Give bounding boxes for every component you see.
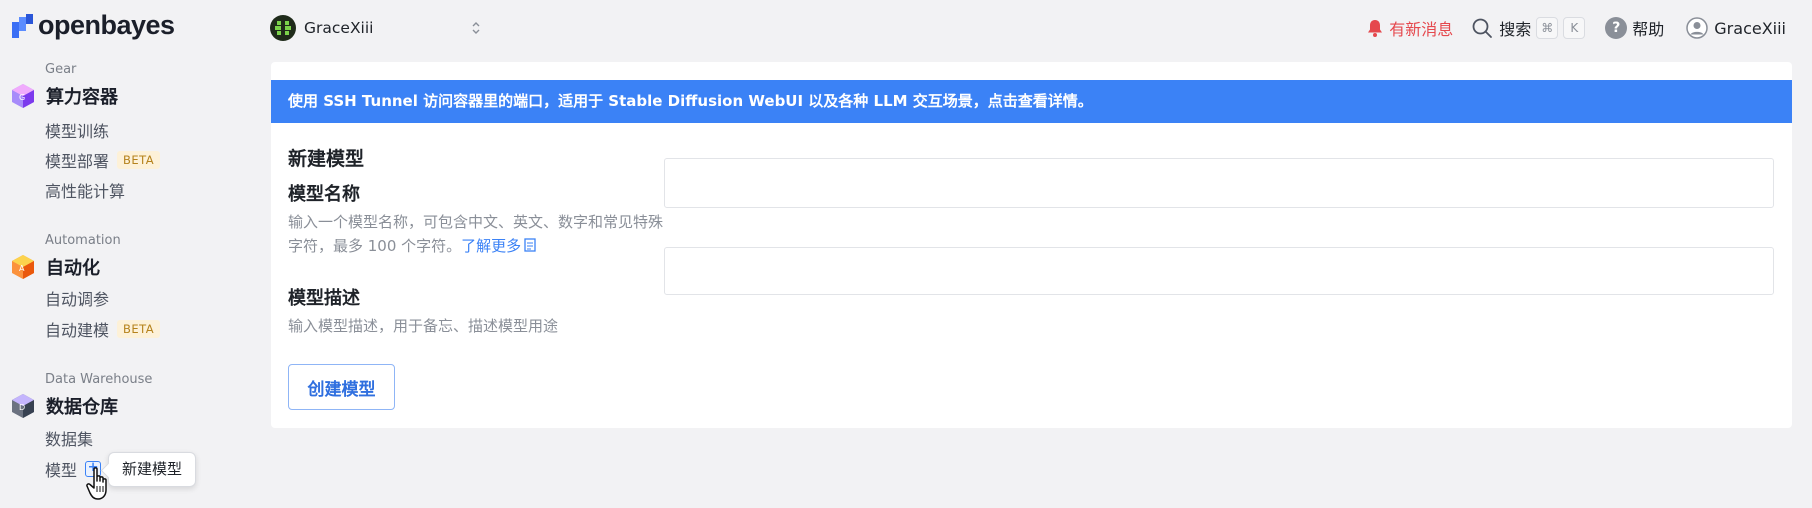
sidebar-item-auto-tuning[interactable]: 自动调参 — [45, 286, 109, 310]
svg-text:G: G — [19, 93, 25, 102]
shortcut-cmd-key: ⌘ — [1536, 17, 1559, 39]
sidebar-item-auto-modeling[interactable]: 自动建模 BETA — [45, 317, 161, 341]
automation-cube-icon: A — [12, 255, 34, 279]
sidebar-item-model-training[interactable]: 模型训练 — [45, 118, 109, 142]
section-head-gear[interactable]: G 算力容器 — [10, 83, 118, 109]
notifications-label: 有新消息 — [1389, 20, 1454, 39]
form-title: 新建模型 — [288, 148, 365, 170]
section-head-automation[interactable]: A 自动化 — [10, 254, 100, 280]
sidebar-item-label: 数据集 — [45, 430, 94, 449]
sidebar-item-label: 高性能计算 — [45, 182, 126, 201]
beta-badge: BETA — [117, 320, 161, 338]
section-eyebrow-automation: Automation — [45, 233, 121, 248]
section-title-gear: 算力容器 — [46, 87, 118, 108]
data-warehouse-cube-icon: D — [12, 394, 34, 418]
model-description-help: 输入模型描述，用于备忘、描述模型用途 — [288, 317, 559, 335]
help-label: 帮助 — [1632, 20, 1665, 39]
section-title-data-warehouse: 数据仓库 — [46, 397, 118, 418]
sidebar-item-model-deploy[interactable]: 模型部署 BETA — [45, 148, 161, 172]
user-avatar-icon — [1686, 17, 1709, 39]
sidebar-item-label: 自动建模 — [45, 321, 110, 340]
notifications-button[interactable]: 有新消息 — [1365, 16, 1453, 40]
model-name-help: 输入一个模型名称，可包含中文、英文、数字和常见特殊字符，最多 100 个字符。了… — [288, 210, 668, 258]
sidebar-item-hpc[interactable]: 高性能计算 — [45, 178, 125, 202]
model-description-input[interactable] — [664, 247, 1774, 295]
user-name: GraceXiii — [1714, 18, 1786, 38]
bell-icon — [1368, 20, 1383, 37]
sidebar-item-label: 模型训练 — [45, 122, 110, 141]
new-model-card: 使用 SSH Tunnel 访问容器里的端口，适用于 Stable Diffus… — [271, 62, 1792, 428]
section-eyebrow-data-warehouse: Data Warehouse — [45, 372, 153, 387]
shortcut-k-key: K — [1563, 17, 1586, 39]
workspace-avatar-icon — [270, 15, 296, 41]
sidebar-item-label: 模型 — [45, 461, 78, 480]
sidebar-item-label: 自动调参 — [45, 290, 110, 309]
ssh-tunnel-banner[interactable]: 使用 SSH Tunnel 访问容器里的端口，适用于 Stable Diffus… — [271, 80, 1792, 123]
sidebar: openbayes Gear G 算力容器 模型训练 模型部署 BETA 高性能… — [0, 0, 262, 508]
model-description-label: 模型描述 — [288, 288, 360, 309]
header-actions: 有新消息 搜索 ⌘ K ? 帮助 GraceXiii — [1365, 13, 1786, 43]
help-button[interactable]: ? 帮助 — [1605, 16, 1664, 40]
workspace-selector[interactable]: GraceXiii — [270, 14, 490, 42]
hand-pointer-cursor-icon — [86, 467, 107, 500]
new-model-tooltip: 新建模型 — [108, 452, 197, 487]
model-name-input[interactable] — [664, 158, 1774, 208]
section-eyebrow-gear: Gear — [45, 62, 77, 77]
question-circle-icon: ? — [1605, 17, 1628, 39]
chevron-up-down-icon — [472, 22, 480, 34]
search-label: 搜索 — [1499, 20, 1532, 39]
sidebar-item-datasets[interactable]: 数据集 — [45, 426, 93, 450]
create-model-button[interactable]: 创建模型 — [288, 364, 395, 410]
openbayes-logo-icon — [12, 13, 33, 38]
gear-cube-icon: G — [12, 84, 34, 108]
search-button[interactable]: 搜索 ⌘ K — [1471, 16, 1586, 40]
svg-text:A: A — [19, 264, 25, 273]
document-icon — [524, 238, 536, 252]
learn-more-label: 了解更多 — [461, 237, 522, 255]
sidebar-item-label: 模型部署 — [45, 152, 110, 171]
user-menu[interactable]: GraceXiii — [1686, 17, 1786, 39]
section-head-data-warehouse[interactable]: D 数据仓库 — [10, 393, 118, 419]
svg-text:D: D — [19, 403, 25, 412]
brand-logo[interactable]: openbayes — [12, 10, 175, 41]
section-title-automation: 自动化 — [46, 258, 100, 279]
learn-more-link[interactable]: 了解更多 — [461, 237, 536, 255]
model-name-label: 模型名称 — [288, 184, 360, 205]
beta-badge: BETA — [117, 151, 161, 169]
search-icon — [1472, 18, 1493, 38]
workspace-name: GraceXiii — [304, 19, 374, 37]
brand-name: openbayes — [38, 10, 175, 40]
